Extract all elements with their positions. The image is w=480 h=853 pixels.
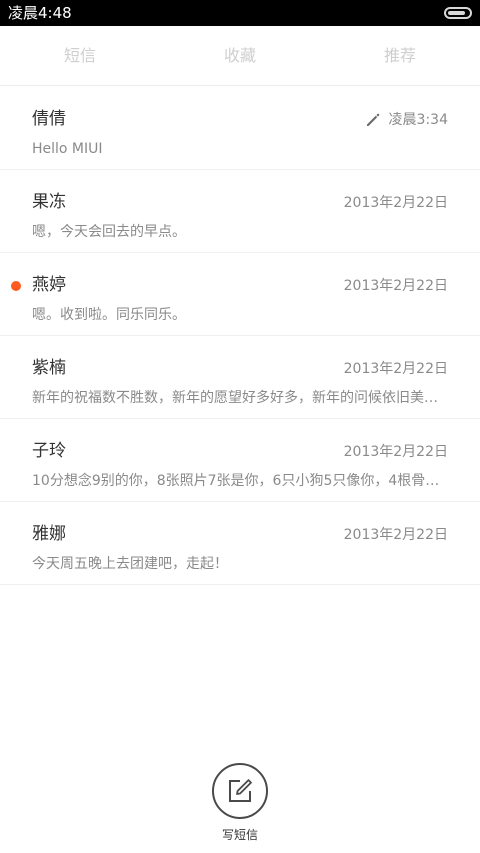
tab-recommended[interactable]: 推荐 [320,26,480,86]
message-preview: 10分想念9别的你，8张照片7张是你，6只小狗5只像你，4根骨头… [32,473,448,489]
conversation-list: 倩倩 凌晨3:34 Hello MIUI 果冻 2013年2月22日 嗯，今天会… [0,87,480,585]
message-date: 2013年2月22日 [343,444,448,460]
message-date: 2013年2月22日 [343,361,448,377]
row-meta: 凌晨3:34 [365,110,448,130]
conversation-row[interactable]: 倩倩 凌晨3:34 Hello MIUI [0,87,480,170]
message-date: 2013年2月22日 [343,195,448,211]
pencil-icon [366,113,379,126]
compose-icon [229,779,252,802]
tab-bar: 短信 收藏 推荐 [0,26,480,86]
conversation-row[interactable]: 雅娜 2013年2月22日 今天周五晚上去团建吧，走起！ [0,502,480,585]
contact-name: 果冻 [32,192,66,212]
contact-name: 倩倩 [32,109,66,129]
compose-button[interactable] [212,763,268,819]
tab-sms[interactable]: 短信 [0,26,160,86]
tab-favorites[interactable]: 收藏 [160,26,320,86]
message-date: 2013年2月22日 [343,527,448,543]
unread-dot-icon [11,281,21,291]
status-bar: 凌晨4:48 [0,0,480,26]
sms-screen: 凌晨4:48 短信 收藏 推荐 倩倩 凌晨3:34 Hello MIUI 果冻 … [0,0,480,853]
battery-icon [444,7,472,19]
message-preview: 嗯，今天会回去的早点。 [32,224,186,240]
status-time: 凌晨4:48 [8,4,72,22]
contact-name: 子玲 [32,441,66,461]
conversation-row[interactable]: 燕婷 2013年2月22日 嗯。收到啦。同乐同乐。 [0,253,480,336]
compose-label: 写短信 [221,828,258,842]
message-preview: 新年的祝福数不胜数，新年的愿望好多好多，新年的问候依旧美好… [32,390,448,406]
battery-level [448,11,465,15]
contact-name: 燕婷 [32,275,66,295]
message-date: 凌晨3:34 [388,112,448,128]
message-date: 2013年2月22日 [343,278,448,294]
message-preview: 嗯。收到啦。同乐同乐。 [32,307,186,323]
conversation-row[interactable]: 果冻 2013年2月22日 嗯，今天会回去的早点。 [0,170,480,253]
message-preview: Hello MIUI [32,141,103,157]
conversation-row[interactable]: 子玲 2013年2月22日 10分想念9别的你，8张照片7张是你，6只小狗5只像… [0,419,480,502]
conversation-row[interactable]: 紫楠 2013年2月22日 新年的祝福数不胜数，新年的愿望好多好多，新年的问候依… [0,336,480,419]
message-preview: 今天周五晚上去团建吧，走起！ [32,556,228,572]
contact-name: 雅娜 [32,524,66,544]
contact-name: 紫楠 [32,358,66,378]
